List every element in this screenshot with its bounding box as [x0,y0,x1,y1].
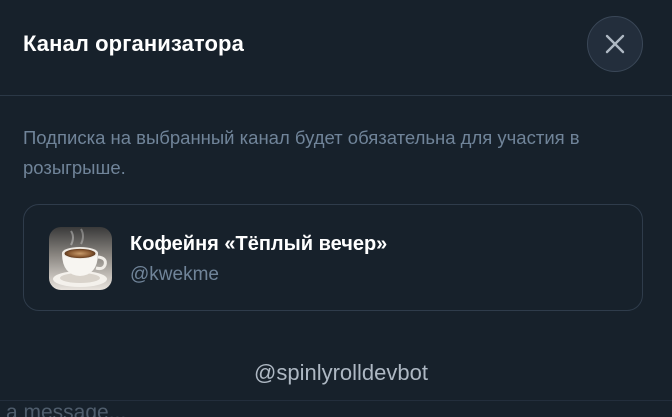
coffee-cup-avatar [49,227,112,290]
channel-modal: Канал организатора Подписка на выбранный… [0,0,672,417]
channel-name: Кофейня «Тёплый вечер» [130,233,388,255]
channel-avatar [49,227,112,290]
close-button[interactable] [587,16,643,72]
close-icon [605,34,625,54]
message-input-placeholder: a message... [6,401,127,417]
bot-username: @spinlyrolldevbot [254,360,428,385]
channel-handle: @kwekme [130,264,219,285]
modal-title: Канал организатора [23,31,244,56]
message-input-underlay: a message... [0,400,672,417]
channel-card[interactable]: Кофейня «Тёплый вечер» @kwekme [23,204,643,311]
subscription-description: Подписка на выбранный канал будет обязат… [23,127,580,178]
modal-header: Канал организатора [0,0,672,96]
